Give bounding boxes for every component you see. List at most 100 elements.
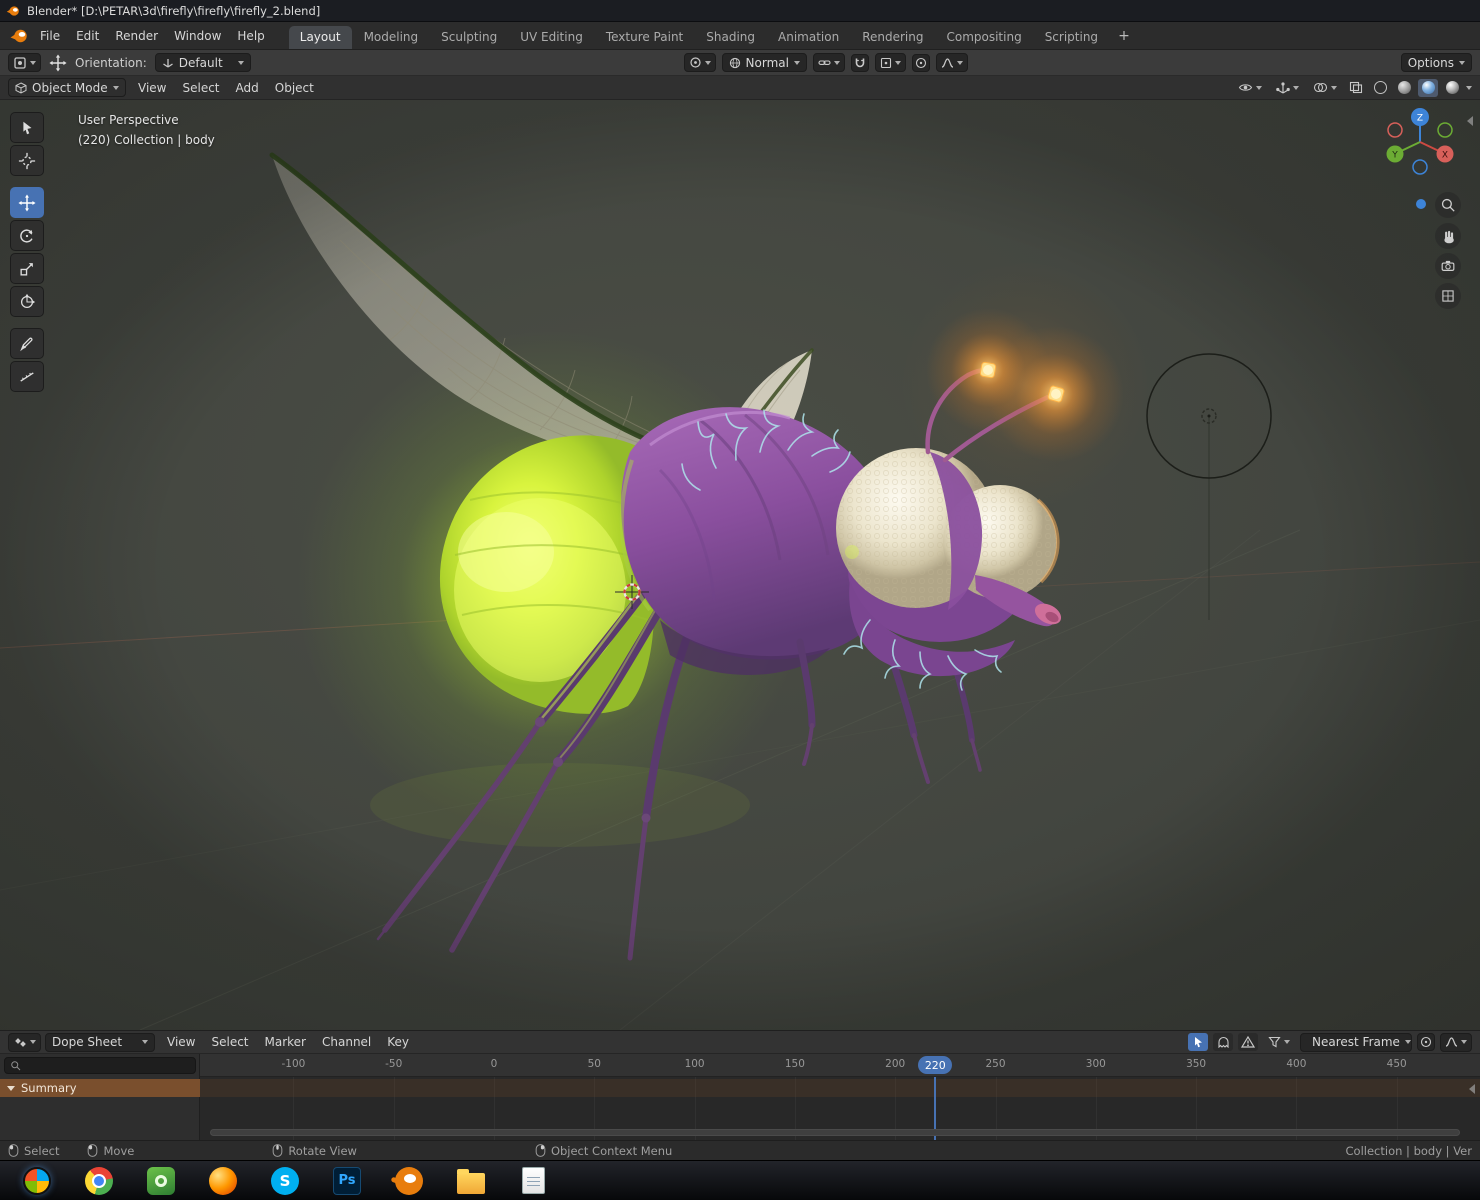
dope-sheet-mode-select[interactable]: Dope Sheet (45, 1032, 155, 1052)
viewport-select-menu[interactable]: Select (174, 78, 227, 98)
proportional-editing-toggle-dopesheet[interactable] (1417, 1033, 1435, 1051)
workspace-tab-shading[interactable]: Shading (695, 26, 766, 49)
tool-rotate-button[interactable] (10, 220, 44, 251)
start-icon (23, 1166, 51, 1195)
falloff-dropdown-dopesheet[interactable] (1440, 1032, 1472, 1052)
transform-orientation-select[interactable]: Normal (721, 53, 807, 72)
workspace-tab-sculpting[interactable]: Sculpting (430, 26, 508, 49)
dopesheet-select-menu[interactable]: Select (203, 1032, 256, 1052)
viewport-3d[interactable]: User Perspective (220) Collection | body (0, 100, 1480, 1030)
start-taskbar-button[interactable] (15, 1164, 59, 1198)
help-menu[interactable]: Help (229, 26, 272, 46)
window-menu[interactable]: Window (166, 26, 229, 46)
firefox-taskbar-button[interactable] (201, 1164, 245, 1198)
zoom-button[interactable] (1435, 192, 1461, 218)
edit-menu[interactable]: Edit (68, 26, 107, 46)
mouse-left-icon (8, 1144, 19, 1157)
channel-search-box[interactable] (4, 1057, 196, 1074)
horizontal-scrollbar[interactable] (210, 1129, 1460, 1136)
dopesheet-key-menu[interactable]: Key (379, 1032, 417, 1052)
filter-dropdown[interactable] (1263, 1033, 1295, 1052)
timeline-ruler[interactable]: 220 -100 -50 0 50 100 150 200 250 300 350 400 450 (200, 1054, 1480, 1077)
workspace-tab-rendering[interactable]: Rendering (851, 26, 934, 49)
tool-measure-button[interactable] (10, 361, 44, 392)
gizmos-dropdown[interactable] (1271, 78, 1304, 97)
tool-cursor-button[interactable] (10, 145, 44, 176)
viewport-canvas[interactable] (0, 100, 1480, 1030)
orientation-select[interactable]: Default (154, 53, 251, 72)
file-explorer-taskbar-button[interactable] (449, 1164, 493, 1198)
snap-target-dropdown[interactable] (812, 53, 845, 72)
workspace-tab-scripting[interactable]: Scripting (1034, 26, 1109, 49)
minus-z-axis-ball[interactable] (1412, 159, 1428, 175)
render-menu[interactable]: Render (107, 26, 166, 46)
tool-scale-button[interactable] (10, 253, 44, 284)
channel-search-input[interactable] (25, 1059, 190, 1072)
expand-triangle-icon[interactable] (7, 1085, 15, 1091)
title-bar[interactable]: Blender* [D:\PETAR\3d\firefly\firefly\fi… (0, 0, 1480, 22)
tool-transform-button[interactable] (10, 286, 44, 317)
visibility-dropdown[interactable] (1233, 78, 1267, 97)
workspace-tab-texture-paint[interactable]: Texture Paint (595, 26, 694, 49)
photoshop-taskbar-button[interactable]: Ps (325, 1164, 369, 1198)
notes-taskbar-button[interactable] (511, 1164, 555, 1198)
minus-y-axis-ball[interactable] (1437, 122, 1453, 138)
dopesheet-view-menu[interactable]: View (159, 1032, 203, 1052)
add-workspace-button[interactable]: + (1110, 26, 1138, 46)
snap-mode-select[interactable]: Nearest Frame (1300, 1032, 1412, 1052)
xray-toggle[interactable] (1346, 79, 1366, 97)
pan-button[interactable] (1435, 223, 1461, 249)
dopesheet-channel-menu[interactable]: Channel (314, 1032, 379, 1052)
dope-sheet-menus: View Select Marker Channel Key (159, 1032, 417, 1052)
sidebar-toggle-arrow-icon[interactable] (1467, 116, 1473, 126)
viewport-object-menu[interactable]: Object (267, 78, 322, 98)
main-menus: File Edit Render Window Help (32, 26, 273, 46)
ortho-toggle-button[interactable] (1435, 283, 1461, 309)
shading-rendered-button[interactable] (1442, 79, 1462, 97)
proportional-editing-toggle[interactable] (911, 53, 930, 72)
minus-x-axis-ball[interactable] (1387, 122, 1403, 138)
tool-select-box-button[interactable] (10, 112, 44, 143)
mode-select[interactable]: Object Mode (8, 78, 126, 97)
workspace-tab-uv-editing[interactable]: UV Editing (509, 26, 594, 49)
collection-label: (220) Collection | body (78, 133, 215, 147)
blender-taskbar-button[interactable] (387, 1164, 431, 1198)
workspace-tab-compositing[interactable]: Compositing (935, 26, 1032, 49)
shading-wireframe-button[interactable] (1370, 79, 1390, 97)
proportional-falloff-dropdown[interactable] (935, 53, 968, 72)
only-selected-toggle[interactable] (1188, 1033, 1208, 1051)
editor-type-select[interactable] (8, 53, 41, 72)
chevron-down-icon (1256, 85, 1262, 90)
viewport-add-menu[interactable]: Add (228, 78, 267, 98)
shading-material-button[interactable] (1418, 78, 1438, 97)
summary-channel-row[interactable]: Summary (0, 1079, 200, 1097)
workspace-tab-animation[interactable]: Animation (767, 26, 850, 49)
workspace-tab-modeling[interactable]: Modeling (353, 26, 430, 49)
pivot-point-dropdown[interactable] (683, 53, 716, 72)
skype-taskbar-button[interactable]: S (263, 1164, 307, 1198)
show-hidden-toggle[interactable] (1213, 1033, 1233, 1051)
tool-annotate-button[interactable] (10, 328, 44, 359)
options-dropdown[interactable]: Options (1400, 53, 1472, 72)
viewport-view-menu[interactable]: View (130, 78, 174, 98)
workspace-tab-layout[interactable]: Layout (288, 26, 352, 49)
tool-move-button[interactable] (10, 187, 44, 218)
region-toggle-arrow-icon[interactable] (1469, 1084, 1475, 1094)
file-explorer-icon (457, 1168, 485, 1194)
timeline-tracks[interactable] (200, 1077, 1480, 1140)
shading-options-chevron-icon[interactable] (1466, 85, 1472, 90)
camera-view-button[interactable] (1435, 253, 1461, 279)
blender-icon (395, 1166, 423, 1195)
dopesheet-marker-menu[interactable]: Marker (257, 1032, 314, 1052)
snap-settings-dropdown[interactable] (874, 53, 906, 72)
chrome-taskbar-button[interactable] (77, 1164, 121, 1198)
snap-toggle[interactable] (850, 53, 869, 72)
current-frame-badge[interactable]: 220 (918, 1056, 953, 1074)
editor-type-select-dopesheet[interactable] (8, 1032, 41, 1052)
file-menu[interactable]: File (32, 26, 68, 46)
overlays-dropdown[interactable] (1308, 78, 1342, 97)
shading-solid-button[interactable] (1394, 79, 1414, 97)
green-app-taskbar-button[interactable] (139, 1164, 183, 1198)
photoshop-glyph: Ps (338, 1173, 356, 1188)
show-errors-toggle[interactable] (1238, 1033, 1258, 1051)
